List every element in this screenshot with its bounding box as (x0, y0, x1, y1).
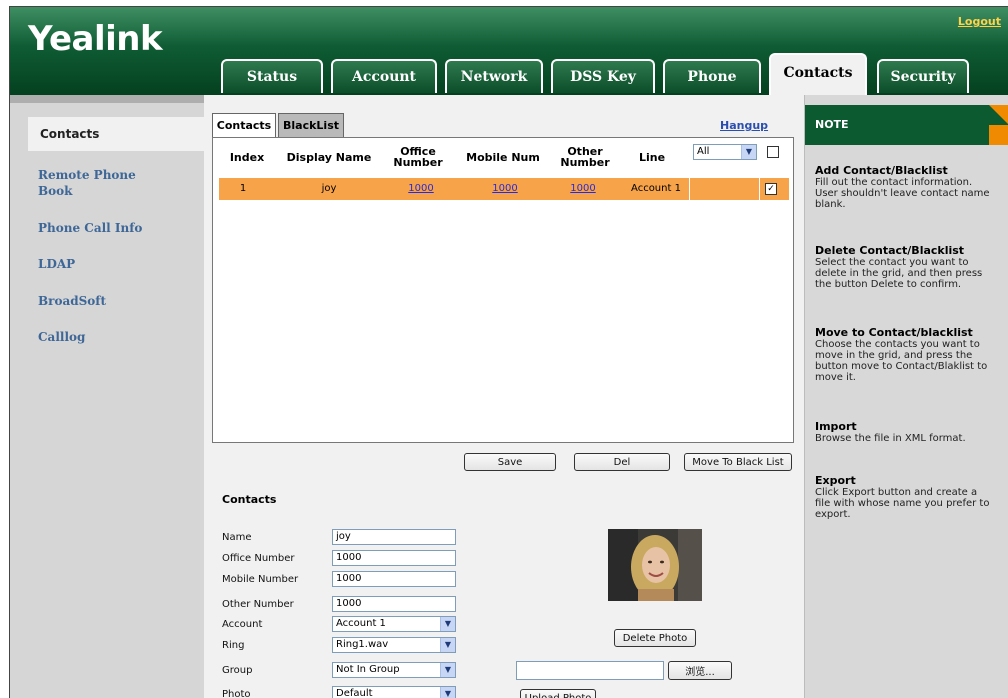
form-title: Contacts (222, 493, 277, 506)
note-section-title: Move to Contact/blacklist (815, 326, 973, 339)
photo-label: Photo (222, 689, 251, 698)
note-section-export: Export Click Export button and create a … (815, 474, 995, 521)
note-flag-icon (989, 105, 1008, 125)
photo-file-input[interactable] (516, 661, 664, 680)
subtab-blacklist[interactable]: BlackList (278, 113, 344, 137)
account-value: Account 1 (336, 618, 386, 629)
note-section-text: Select the contact you want to delete in… (815, 257, 983, 290)
name-field[interactable]: joy (332, 529, 456, 545)
delete-button[interactable]: Del (574, 453, 670, 471)
office-number-label: Office Number (222, 553, 295, 564)
hangup-link[interactable]: Hangup (720, 119, 768, 132)
note-section-move: Move to Contact/blacklist Choose the con… (815, 326, 995, 384)
logout-link[interactable]: Logout (958, 15, 1001, 28)
cell-index: 1 (239, 183, 247, 194)
col-other-number: Other Number (560, 145, 610, 169)
note-section-text: Choose the contacts you want to move in … (815, 339, 988, 383)
contacts-grid: Index Display Name Office Number Mobile … (212, 137, 794, 443)
cell-office-link[interactable]: 1000 (395, 183, 447, 194)
tab-contacts[interactable]: Contacts (769, 53, 867, 95)
note-section-text: Browse the file in XML format. (815, 433, 966, 444)
account-select[interactable]: Account 1 ▼ (332, 616, 456, 632)
save-button[interactable]: Save (464, 453, 556, 471)
portrait-image (608, 529, 702, 601)
sidebar-item-phone-call-info[interactable]: Phone Call Info (38, 220, 142, 236)
office-number-field[interactable]: 1000 (332, 550, 456, 566)
col-line: Line (638, 151, 666, 164)
main-panel: Contacts BlackList Hangup Index Display … (204, 95, 804, 698)
contact-photo (608, 529, 702, 601)
tab-phone[interactable]: Phone (663, 59, 761, 93)
note-flag-tail (989, 125, 1008, 145)
subtab-contacts[interactable]: Contacts (212, 113, 276, 137)
note-section-delete: Delete Contact/Blacklist Select the cont… (815, 244, 995, 291)
note-section-title: Import (815, 420, 857, 433)
col-index: Index (229, 151, 265, 164)
note-section-import: Import Browse the file in XML format. (815, 420, 995, 445)
line-filter-select[interactable]: All ▼ (693, 144, 757, 160)
chevron-down-icon: ▼ (440, 687, 455, 698)
note-section-title: Delete Contact/Blacklist (815, 244, 965, 257)
other-number-field[interactable]: 1000 (332, 596, 456, 612)
tab-account[interactable]: Account (331, 59, 437, 93)
move-to-blacklist-button[interactable]: Move To Black List (684, 453, 792, 471)
col-mobile-num: Mobile Num (466, 151, 540, 164)
browse-button[interactable]: 浏览... (668, 661, 732, 680)
photo-select[interactable]: Default ▼ (332, 686, 456, 698)
upload-photo-button[interactable]: Upload Photo (520, 689, 596, 698)
mobile-number-label: Mobile Number (222, 574, 299, 585)
mobile-number-field[interactable]: 1000 (332, 571, 456, 587)
cell-other-link[interactable]: 1000 (553, 183, 613, 194)
group-value: Not In Group (336, 664, 400, 675)
name-label: Name (222, 532, 252, 543)
col-display-name: Display Name (286, 151, 372, 164)
sidebar-item-ldap[interactable]: LDAP (38, 256, 75, 272)
sidebar-item-remote-phone-book[interactable]: Remote Phone Book (38, 167, 148, 199)
account-label: Account (222, 619, 263, 630)
chevron-down-icon: ▼ (440, 638, 455, 652)
chevron-down-icon: ▼ (440, 617, 455, 631)
cell-name: joy (321, 183, 337, 194)
sidebar-item-broadsoft[interactable]: BroadSoft (38, 293, 106, 309)
tab-status[interactable]: Status (221, 59, 323, 93)
tab-security[interactable]: Security (877, 59, 969, 93)
row-checkbox[interactable]: ✓ (765, 183, 777, 195)
group-label: Group (222, 665, 253, 676)
chevron-down-icon: ▼ (741, 145, 756, 159)
select-all-checkbox[interactable] (767, 146, 779, 158)
chevron-down-icon: ▼ (440, 663, 455, 677)
note-section-text: Click Export button and create a file wi… (815, 487, 990, 520)
cell-line: Account 1 (631, 183, 681, 194)
ring-select[interactable]: Ring1.wav ▼ (332, 637, 456, 653)
line-filter-value: All (697, 146, 710, 157)
sidebar: Contacts Remote Phone Book Phone Call In… (10, 95, 206, 698)
tab-network[interactable]: Network (445, 59, 543, 93)
note-section-title: Add Contact/Blacklist (815, 164, 948, 177)
note-section-add: Add Contact/Blacklist Fill out the conta… (815, 164, 995, 211)
cell-divider (759, 178, 760, 200)
cell-divider (689, 178, 690, 200)
note-title: NOTE (805, 105, 1008, 145)
note-section-text: Fill out the contact information. User s… (815, 177, 990, 210)
col-office-number: Office Number (393, 145, 443, 169)
ring-value: Ring1.wav (336, 639, 389, 650)
cell-mobile-link[interactable]: 1000 (467, 183, 543, 194)
delete-photo-button[interactable]: Delete Photo (614, 629, 696, 647)
note-panel: NOTE Add Contact/Blacklist Fill out the … (804, 95, 1008, 698)
app-frame: Yealink Logout Status Account Network DS… (9, 6, 1008, 698)
tab-dss-key[interactable]: DSS Key (551, 59, 655, 93)
photo-value: Default (336, 688, 373, 698)
other-number-label: Other Number (222, 599, 294, 610)
ring-label: Ring (222, 640, 245, 651)
group-select[interactable]: Not In Group ▼ (332, 662, 456, 678)
table-row[interactable]: 1 joy 1000 1000 1000 Account 1 ✓ (219, 178, 789, 200)
sidebar-item-contacts[interactable]: Contacts (28, 117, 206, 151)
header: Yealink Logout Status Account Network DS… (10, 7, 1008, 95)
note-section-title: Export (815, 474, 856, 487)
sidebar-item-calllog[interactable]: Calllog (38, 329, 85, 345)
yealink-logo: Yealink (28, 19, 163, 59)
